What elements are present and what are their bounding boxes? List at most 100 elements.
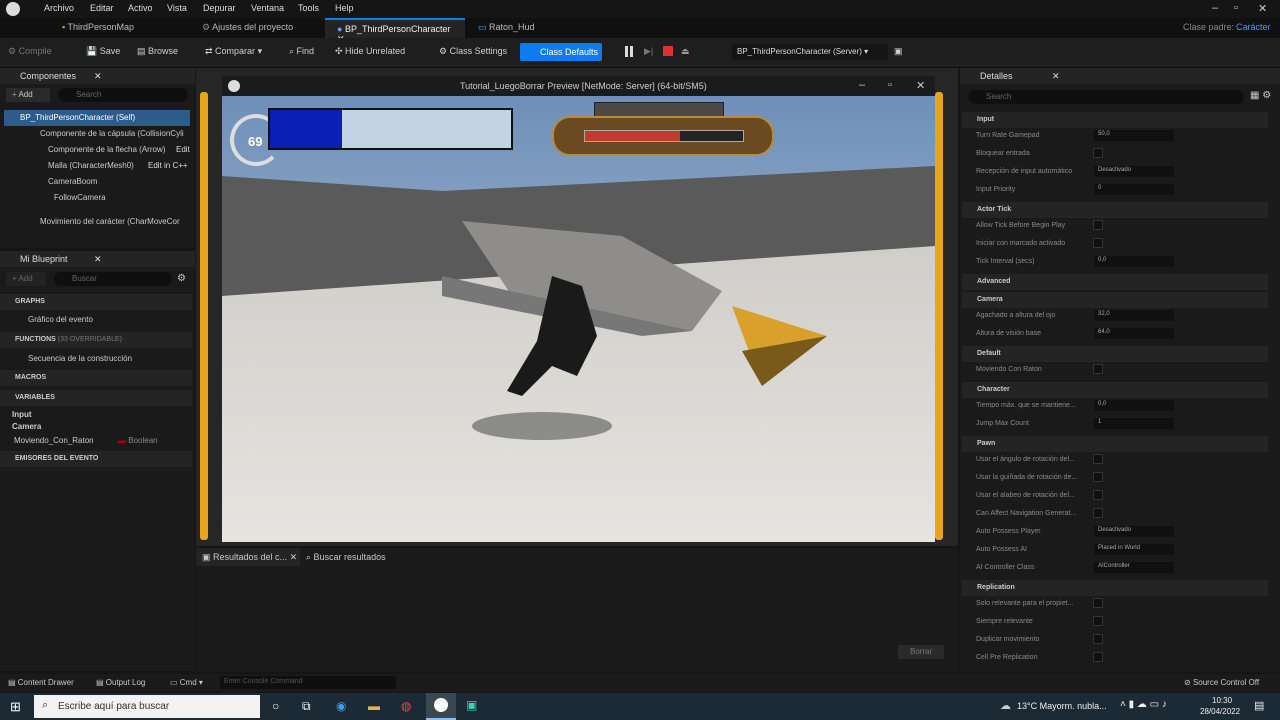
clock-time[interactable]: 10:30 [1212,696,1232,705]
tab-raton-hud[interactable]: ▭ Raton_Hud [466,18,556,38]
details-category[interactable]: Replication [962,580,1268,596]
component-followcamera[interactable]: FollowCamera [4,190,106,206]
hide-unrelated-button[interactable]: ✣ Hide Unrelated [335,46,405,57]
clear-button[interactable]: Borrar [898,645,944,659]
output-log-button[interactable]: ▤ Output Log [96,678,145,687]
event-dispatchers-section[interactable]: EMISORES DEL EVENTO [0,451,192,467]
preview-close-icon[interactable]: ✕ [916,79,925,92]
compile-button[interactable]: ⚙ Compile [8,46,52,57]
find-button[interactable]: ⌕ Find [289,46,314,57]
tab-project-settings[interactable]: ⚙ Ajustes del proyecto [190,18,320,38]
file-explorer-icon[interactable]: ▬ [368,699,380,713]
preview-maximize-icon[interactable]: ▫ [888,79,892,91]
details-property-value[interactable]: 0,0 [1094,256,1174,267]
cortana-icon[interactable]: ○ [272,699,279,713]
construction-script-item[interactable]: Secuencia de la construcción [6,351,132,367]
functions-section[interactable]: FUNCTIONS (33 OVERRIDABLE) [0,332,192,348]
details-category[interactable]: Actor Tick [962,202,1268,218]
clock-date[interactable]: 28/04/2022 [1200,707,1240,716]
details-category[interactable]: Pawn [962,436,1268,452]
details-property-value[interactable]: Desactivado [1094,526,1174,537]
browse-button[interactable]: ▤ Browse [137,46,178,57]
details-property-checkbox[interactable] [1093,598,1103,608]
details-property-checkbox[interactable] [1093,454,1103,464]
windows-start-icon[interactable]: ⊞ [10,699,21,715]
content-drawer-button[interactable]: ▤ Content Drawer [8,678,74,687]
details-property-checkbox[interactable] [1093,472,1103,482]
menu-tools[interactable]: Tools [298,3,319,13]
close-icon[interactable]: ✕ [1258,2,1267,15]
details-search-input[interactable]: Search [968,90,1244,104]
preview-minimize-icon[interactable]: – [859,79,865,91]
details-category[interactable]: Camera [962,292,1268,308]
details-property-value[interactable]: 32,0 [1094,310,1174,321]
details-property-checkbox[interactable] [1093,364,1103,374]
component-cameraboom[interactable]: CameraBoom [4,174,97,190]
blueprint-settings-icon[interactable]: ⚙ [177,273,186,284]
maximize-icon[interactable]: ▫ [1234,2,1238,14]
edit-cpp-link[interactable]: Edit in C++ [148,158,188,174]
minimize-icon[interactable]: – [1212,2,1218,14]
details-property-value[interactable]: 0 [1094,184,1174,195]
menu-help[interactable]: Help [335,3,354,13]
debug-target-select[interactable]: BP_ThirdPersonCharacter (Server) ▾ [732,44,888,60]
console-command-input[interactable]: Enter Console Command [220,676,396,689]
add-blueprint-item-button[interactable]: + Add [6,272,46,286]
component-charmovement[interactable]: Movimiento del carácter (CharMoveCor [4,214,194,230]
details-property-value[interactable]: AIController [1094,562,1174,573]
compare-button[interactable]: ⇄ Comparar ▾ [205,46,262,57]
app-taskbar-icon[interactable]: ▣ [466,698,477,712]
details-property-checkbox[interactable] [1093,238,1103,248]
chrome-icon[interactable]: ◍ [401,699,411,713]
pause-icon[interactable] [625,46,628,57]
details-property-checkbox[interactable] [1093,634,1103,644]
component-arrow[interactable]: Componente de la flecha (Arrow) [4,142,165,158]
component-self[interactable]: BP_ThirdPersonCharacter (Self) [4,110,190,126]
details-property-value[interactable]: 0,0 [1094,400,1174,411]
details-property-value[interactable]: 50,0 [1094,130,1174,141]
eject-icon[interactable]: ⏏ [681,46,690,57]
menu-activo[interactable]: Activo [128,3,153,13]
details-property-checkbox[interactable] [1093,490,1103,500]
blueprint-search-input[interactable]: Buscar [54,272,172,286]
details-property-checkbox[interactable] [1093,616,1103,626]
details-property-value[interactable]: 1 [1094,418,1174,429]
notifications-icon[interactable]: ▤ [1254,699,1264,712]
menu-depurar[interactable]: Depurar [203,3,236,13]
component-capsule[interactable]: Componente de la cápsula (CollisionCyli [4,126,194,142]
class-settings-button[interactable]: ⚙ Class Settings [439,46,507,57]
menu-ventana[interactable]: Ventana [251,3,284,13]
tab-compiler-results[interactable]: ▣ Resultados del c... ✕ [196,548,300,566]
menu-editar[interactable]: Editar [90,3,114,13]
variables-section[interactable]: VARIABLES [0,390,192,406]
details-property-value[interactable]: 64,0 [1094,328,1174,339]
details-property-checkbox[interactable] [1093,508,1103,518]
taskbar-search-input[interactable]: ⌕ Escribe aquí para buscar [34,695,260,718]
details-property-value[interactable]: Placed in World [1094,544,1174,555]
debug-folder-icon[interactable]: ▣ [894,46,903,57]
cmd-button[interactable]: ▭ Cmd ▾ [170,678,203,687]
add-component-button[interactable]: + Add [6,88,50,102]
edit-arrow-link[interactable]: Edit [176,142,190,158]
step-icon[interactable]: ▶| [644,46,653,57]
event-graph-item[interactable]: Gráfico del evento [6,312,93,328]
weather-text[interactable]: 13°C Mayorm. nubla... [1017,701,1107,711]
unreal-taskbar-icon[interactable] [426,693,456,720]
details-property-checkbox[interactable] [1093,220,1103,230]
details-category[interactable]: Character [962,382,1268,398]
details-category[interactable]: Advanced [962,274,1268,290]
tab-thirdpersonmap[interactable]: ▪ ThirdPersonMap [50,18,190,38]
macros-section[interactable]: MACROS [0,370,192,386]
source-control-button[interactable]: ⊘ Source Control Off [1184,678,1259,687]
parent-class-link[interactable]: Carácter [1236,22,1271,32]
menu-archivo[interactable]: Archivo [44,3,74,13]
save-button[interactable]: 💾 Save [86,46,120,57]
details-property-checkbox[interactable] [1093,652,1103,662]
details-property-value[interactable]: Desactivado [1094,166,1174,177]
tab-find-results[interactable]: ⌕ Buscar resultados [306,552,386,563]
component-mesh[interactable]: Malla (CharacterMesh0) [4,158,134,174]
details-view-options-icon[interactable]: ▦ ⚙ [1250,90,1271,101]
menu-vista[interactable]: Vista [167,3,187,13]
class-defaults-button[interactable]: Class Defaults [520,43,602,61]
graphs-section[interactable]: GRAPHS [0,294,192,310]
